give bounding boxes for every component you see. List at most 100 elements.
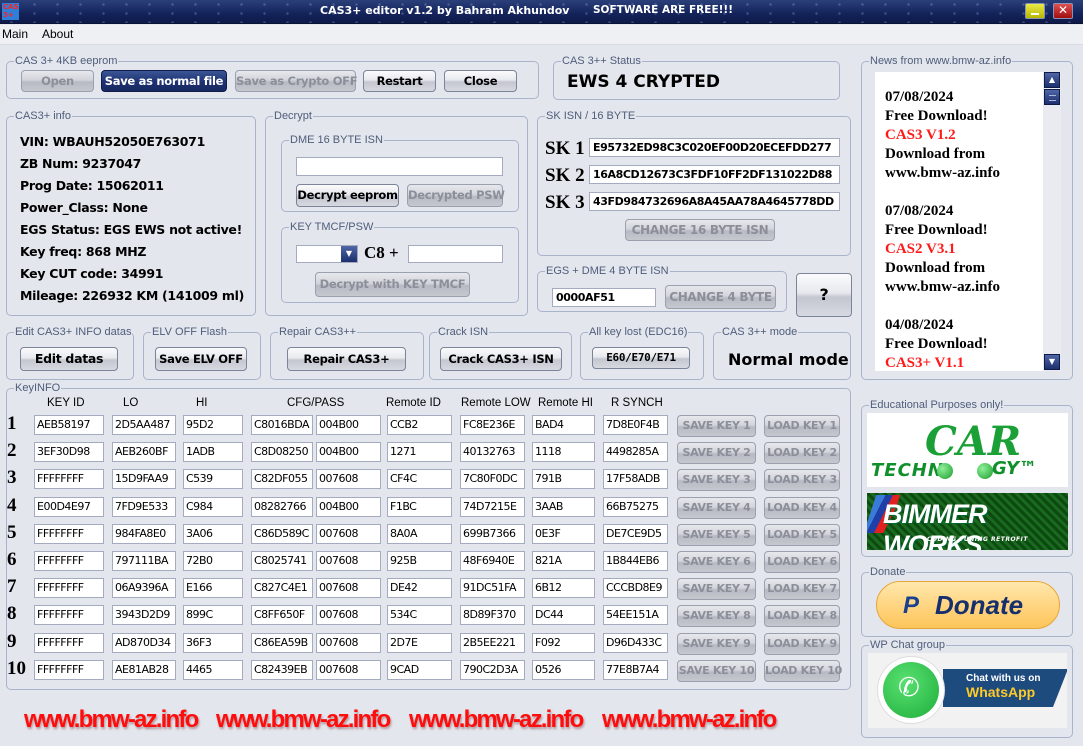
news-panel[interactable]: 07/08/2024 Free Download! CAS3 V1.2 Down… [875,72,1043,371]
news-link[interactable]: www.bmw-az.info [885,278,1043,297]
key-hi-input[interactable]: 72B0 [183,551,243,571]
key-key-id-input[interactable]: E00D4E97 [34,496,104,517]
key-remote-low-input[interactable]: 7C80F0DC [460,469,525,490]
key-lo-input[interactable]: 7FD9E533 [112,496,176,517]
key-cfg-input[interactable]: C827C4E1 [251,578,313,599]
key-cfg-input[interactable]: C86D589C [251,523,313,544]
key-lo-input[interactable]: 15D9FAA9 [112,469,176,490]
paypal-donate-button[interactable]: P Donate [876,581,1060,629]
key-pass-input[interactable]: 004B00 [316,496,381,517]
key-r-synch-input[interactable]: 1B844EB6 [603,551,668,571]
key-pass-input[interactable]: 004B00 [316,415,381,435]
key-remote-id-input[interactable]: DE42 [387,578,452,599]
key-pass-input[interactable]: 007608 [316,578,381,599]
key-lo-input[interactable]: 2D5AA487 [112,415,176,435]
key-hi-input[interactable]: 3A06 [183,523,243,544]
minimize-button[interactable] [1025,3,1045,19]
key-tmcf-dropdown[interactable]: ▼ [296,245,358,263]
key-remote-hi-input[interactable]: 791B [532,469,595,490]
whatsapp-chat-banner[interactable]: Chat with us on WhatsApp ✆ [868,653,1067,728]
load-key-button[interactable]: LOAD KEY 3 [764,469,840,492]
key-remote-low-input[interactable]: 2B5EE221 [460,632,525,653]
key-cfg-input[interactable]: 08282766 [251,496,313,517]
e60-e70-e71-button[interactable]: E60/E70/E71 [592,347,690,369]
dme-isn-input[interactable] [296,157,503,176]
key-hi-input[interactable]: C984 [183,496,243,517]
key-remote-low-input[interactable]: 74D7215E [460,496,525,517]
close-button[interactable]: Close [444,70,517,92]
key-key-id-input[interactable]: FFFFFFFF [34,632,104,653]
key-cfg-input[interactable]: C82439EB [251,659,313,680]
key-hi-input[interactable]: 899C [183,605,243,626]
key-key-id-input[interactable]: FFFFFFFF [34,469,104,490]
save-key-button[interactable]: SAVE KEY 2 [677,442,756,465]
key-lo-input[interactable]: AD870D34 [112,632,176,653]
save-key-button[interactable]: SAVE KEY 3 [677,469,756,492]
key-remote-id-input[interactable]: F1BC [387,496,452,517]
chevron-down-icon[interactable]: ▼ [341,246,357,262]
footer-link[interactable]: www.bmw-az.info [216,706,391,734]
key-key-id-input[interactable]: FFFFFFFF [34,551,104,571]
footer-link[interactable]: www.bmw-az.info [24,706,199,734]
sk2-input[interactable]: 16A8CD12673C3FDF10FF2DF131022D88 [589,165,840,184]
save-key-button[interactable]: SAVE KEY 7 [677,578,756,601]
change-4-byte-button[interactable]: CHANGE 4 BYTE [665,285,776,309]
sk1-input[interactable]: E95732ED98C3C020EF00D20ECEFDD277 [589,138,840,157]
key-hi-input[interactable]: E166 [183,578,243,599]
key-key-id-input[interactable]: AEB58197 [34,415,104,435]
key-cfg-input[interactable]: C82DF055 [251,469,313,490]
menu-main[interactable]: Main [2,27,28,41]
scroll-up-icon[interactable]: ▲ [1044,72,1060,88]
scroll-thumb[interactable] [1044,89,1060,105]
key-remote-hi-input[interactable]: 3AAB [532,496,595,517]
key-remote-id-input[interactable]: CCB2 [387,415,452,435]
scroll-down-icon[interactable]: ▼ [1044,354,1060,370]
key-r-synch-input[interactable]: 54EE151A [603,605,668,626]
key-remote-hi-input[interactable]: 1118 [532,442,595,463]
restart-button[interactable]: Restart [363,70,436,92]
decrypt-eeprom-button[interactable]: Decrypt eeprom [296,184,399,207]
key-pass-input[interactable]: 007608 [316,632,381,653]
save-key-button[interactable]: SAVE KEY 5 [677,523,756,546]
key-remote-id-input[interactable]: 2D7E [387,632,452,653]
save-key-button[interactable]: SAVE KEY 8 [677,605,756,628]
key-r-synch-input[interactable]: 7D8E0F4B [603,415,668,435]
key-remote-hi-input[interactable]: 0526 [532,659,595,680]
sk3-input[interactable]: 43FD984732696A8A45AA78A4645778DD [589,192,840,211]
crack-isn-button[interactable]: Crack CAS3+ ISN [440,347,562,371]
key-r-synch-input[interactable]: 66B75275 [603,496,668,517]
key-key-id-input[interactable]: FFFFFFFF [34,523,104,544]
load-key-button[interactable]: LOAD KEY 4 [764,496,840,519]
key-r-synch-input[interactable]: CCCBD8E9 [603,578,668,599]
key-cfg-input[interactable]: C8FF650F [251,605,313,626]
key-remote-low-input[interactable]: 48F6940E [460,551,525,571]
title-bar[interactable]: CAS 3+ CAS3+ editor v1.2 by Bahram Akhun… [0,0,1083,24]
egs-dme-isn-input[interactable]: 0000AF51 [552,288,656,307]
key-lo-input[interactable]: 06A9396A [112,578,176,599]
footer-link[interactable]: www.bmw-az.info [409,706,584,734]
key-remote-hi-input[interactable]: DC44 [532,605,595,626]
key-r-synch-input[interactable]: 4498285A [603,442,668,463]
key-hi-input[interactable]: 36F3 [183,632,243,653]
key-cfg-input[interactable]: C8016BDA [251,415,313,435]
load-key-button[interactable]: LOAD KEY 10 [764,659,842,682]
key-lo-input[interactable]: 797111BA [112,551,176,571]
key-r-synch-input[interactable]: 17F58ADB [603,469,668,490]
key-lo-input[interactable]: AE81AB28 [112,659,176,680]
key-r-synch-input[interactable]: D96D433C [603,632,668,653]
key-remote-low-input[interactable]: 8D89F370 [460,605,525,626]
key-cfg-input[interactable]: C86EA59B [251,632,313,653]
key-pass-input[interactable]: 007608 [316,659,381,680]
key-hi-input[interactable]: 95D2 [183,415,243,435]
load-key-button[interactable]: LOAD KEY 9 [764,632,840,655]
key-remote-id-input[interactable]: 8A0A [387,523,452,544]
help-button[interactable]: ? [796,273,852,317]
change-16-byte-isn-button[interactable]: CHANGE 16 BYTE ISN [625,219,775,241]
load-key-button[interactable]: LOAD KEY 2 [764,442,840,465]
key-pass-input[interactable]: 007608 [316,469,381,490]
save-key-button[interactable]: SAVE KEY 10 [677,659,756,682]
key-remote-hi-input[interactable]: F092 [532,632,595,653]
decrypted-psw-button[interactable]: Decrypted PSW [407,184,505,207]
key-pass-input[interactable]: 007608 [316,551,381,571]
car-technology-logo[interactable]: TECHN CAR GY™ [867,413,1068,487]
